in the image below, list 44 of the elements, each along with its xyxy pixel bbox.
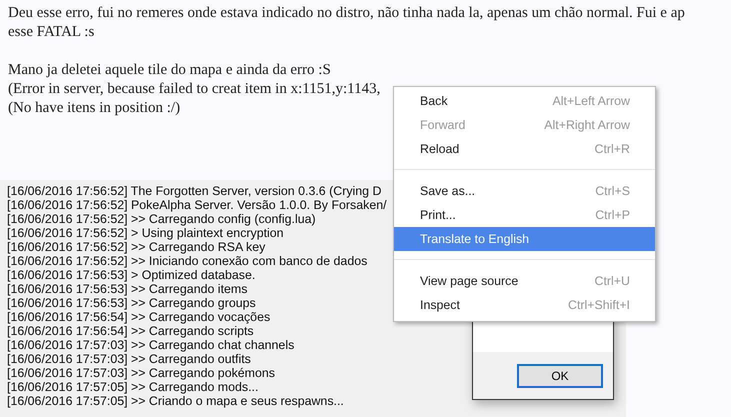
menu-item-label: Save as... bbox=[420, 184, 476, 198]
menu-item[interactable]: Print... Ctrl+P bbox=[394, 203, 655, 227]
post-text: (No have itens in position :/) bbox=[8, 99, 180, 118]
shortcut-text: Ctrl+P bbox=[595, 208, 630, 222]
menu-item-label: Back bbox=[420, 94, 448, 108]
ok-button[interactable]: OK bbox=[517, 364, 603, 388]
menu-item-label: Reload bbox=[420, 142, 460, 156]
log-line: [16/06/2016 17:57:03] >> Carregando pokémons bbox=[7, 366, 275, 380]
menu-item-label: View page source bbox=[420, 274, 518, 288]
menu-item[interactable]: Save as... Ctrl+S bbox=[394, 179, 655, 203]
log-line: [16/06/2016 17:57:03] >> Carregando outfits bbox=[7, 352, 251, 366]
log-line: [16/06/2016 17:57:05] >> Criando o mapa e seus respawns... bbox=[7, 394, 344, 408]
log-line: [16/06/2016 17:56:52] >> Carregando RSA key bbox=[7, 240, 266, 254]
shortcut-text: Ctrl+U bbox=[594, 274, 630, 288]
post-text: (Error in server, because failed to creat item in x:1151,y:1143, bbox=[8, 80, 380, 99]
log-line: [16/06/2016 17:56:54] >> Carregando vocações bbox=[7, 310, 270, 324]
log-line: [16/06/2016 17:56:53] > Optimized database. bbox=[7, 268, 256, 282]
menu-item[interactable]: Inspect Ctrl+Shift+I bbox=[394, 293, 655, 317]
log-line: [16/06/2016 17:56:52] >> Iniciando conexão com banco de dados bbox=[7, 254, 368, 268]
log-line: [16/06/2016 17:56:52] The Forgotten Server, version 0.3.6 (Crying D bbox=[7, 184, 382, 198]
menu-item[interactable]: View page source Ctrl+U bbox=[394, 269, 655, 293]
menu-item-label: Inspect bbox=[420, 298, 460, 312]
log-line: [16/06/2016 17:56:53] >> Carregando groups bbox=[7, 296, 256, 310]
log-line: [16/06/2016 17:56:52] > Using plaintext encryption bbox=[7, 226, 284, 240]
post-text: esse FATAL :s bbox=[8, 23, 94, 42]
menu-item[interactable]: Back Alt+Left Arrow bbox=[394, 89, 655, 113]
shortcut-text: Alt+Right Arrow bbox=[544, 118, 630, 132]
menu-item[interactable]: Translate to English bbox=[394, 227, 655, 251]
post-text: Deu esse erro, fui no remeres onde estava indicado no distro, não tinha nada la, apenas um chão normal. Fui e ap bbox=[8, 4, 685, 23]
menu-item-label: Forward bbox=[420, 118, 466, 132]
log-line: [16/06/2016 17:57:03] >> Carregando chat channels bbox=[7, 338, 294, 352]
shortcut-text: Ctrl+Shift+I bbox=[568, 298, 630, 312]
menu-item[interactable]: Reload Ctrl+R bbox=[394, 137, 655, 161]
log-line: [16/06/2016 17:56:54] >> Carregando scripts bbox=[7, 324, 254, 338]
log-line: [16/06/2016 17:56:52] >> Carregando config (config.lua) bbox=[7, 212, 316, 226]
shortcut-text: Alt+Left Arrow bbox=[552, 94, 630, 108]
menu-item-label: Translate to English bbox=[420, 232, 530, 246]
shortcut-text: Ctrl+R bbox=[594, 142, 630, 156]
log-line: [16/06/2016 17:56:52] PokeAlpha Server. Versão 1.0.0. By Forsaken/ bbox=[7, 198, 387, 212]
shortcut-text: Ctrl+S bbox=[595, 184, 630, 198]
post-text: Mano ja deletei aquele tile do mapa e ainda da erro :S bbox=[8, 61, 331, 80]
menu-item-label: Print... bbox=[420, 208, 456, 222]
log-line: [16/06/2016 17:56:53] >> Carregando items bbox=[7, 282, 248, 296]
log-line: [16/06/2016 17:57:05] >> Carregando mods... bbox=[7, 380, 258, 394]
